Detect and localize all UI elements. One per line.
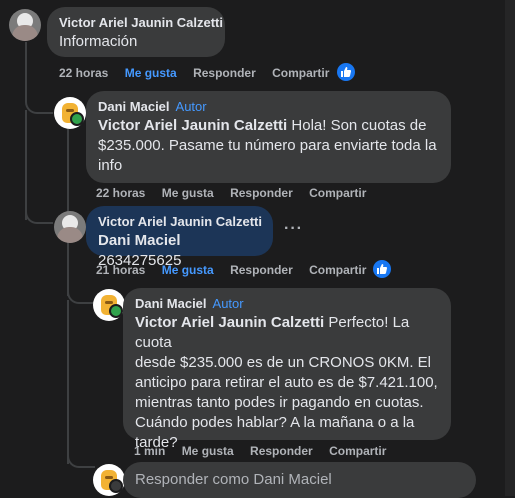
avatar-victor[interactable] bbox=[9, 9, 41, 41]
reply-text: Victor Ariel Jaunin Calzetti Hola! Son c… bbox=[98, 117, 437, 174]
share-button[interactable]: Compartir bbox=[329, 444, 386, 458]
like-button[interactable]: Me gusta bbox=[162, 263, 214, 277]
reply-bubble: Dani Maciel Autor Victor Ariel Jaunin Cal… bbox=[123, 288, 451, 451]
reply-bubble: Dani Maciel Autor Victor Ariel Jaunin Cal… bbox=[86, 91, 451, 183]
reply-button[interactable]: Responder bbox=[230, 263, 293, 277]
reply-actions: 1 min Me gusta Responder Compartir bbox=[134, 444, 399, 458]
thread-line-branch-curve bbox=[25, 210, 53, 224]
reply-author[interactable]: Dani Maciel bbox=[135, 296, 207, 311]
reply-button[interactable]: Responder bbox=[193, 66, 256, 80]
mention-link[interactable]: Dani Maciel bbox=[98, 232, 181, 249]
thumbs-up-icon[interactable] bbox=[373, 260, 391, 278]
thread-line-main bbox=[25, 42, 27, 102]
reply-author[interactable]: Victor Ariel Jaunin Calzetti bbox=[98, 214, 262, 229]
thread-line-main-curve bbox=[25, 100, 53, 114]
online-status-dot bbox=[70, 112, 84, 126]
comment-actions: 22 horas Me gusta Responder Compartir bbox=[59, 66, 342, 80]
avatar-victor[interactable] bbox=[54, 211, 86, 243]
reply-button[interactable]: Responder bbox=[230, 186, 293, 200]
reply-time[interactable]: 21 horas bbox=[96, 263, 145, 277]
thread-line-sub-curve bbox=[67, 288, 95, 304]
comment-author[interactable]: Victor Ariel Jaunin Calzetti bbox=[59, 15, 223, 30]
like-button[interactable]: Me gusta bbox=[125, 66, 177, 80]
share-button[interactable]: Compartir bbox=[272, 66, 329, 80]
reply-author[interactable]: Dani Maciel bbox=[98, 99, 170, 114]
scrollbar[interactable] bbox=[505, 0, 515, 496]
reply-time[interactable]: 1 min bbox=[134, 444, 165, 458]
share-button[interactable]: Compartir bbox=[309, 263, 366, 277]
chevron-down-icon[interactable] bbox=[109, 479, 123, 493]
reply-actions: 21 horas Me gusta Responder Compartir bbox=[96, 263, 379, 277]
online-status-dot bbox=[109, 304, 123, 318]
thread-line-sub2 bbox=[67, 300, 69, 464]
share-button[interactable]: Compartir bbox=[309, 186, 366, 200]
reply-time[interactable]: 22 horas bbox=[96, 186, 145, 200]
reply-input[interactable]: Responder como Dani Maciel bbox=[123, 462, 476, 498]
mention-link[interactable]: Victor Ariel Jaunin Calzetti bbox=[135, 314, 324, 331]
thread-line-branch bbox=[25, 110, 27, 220]
author-badge: Autor bbox=[212, 296, 244, 311]
more-options-icon[interactable]: ··· bbox=[284, 220, 303, 238]
reply-text: Victor Ariel Jaunin Calzetti Perfecto! L… bbox=[135, 314, 438, 451]
reply-actions: 22 horas Me gusta Responder Compartir bbox=[96, 186, 379, 200]
author-badge: Autor bbox=[175, 99, 207, 114]
like-button[interactable]: Me gusta bbox=[162, 186, 214, 200]
thread-line-reply1 bbox=[67, 124, 69, 220]
thumbs-up-icon[interactable] bbox=[337, 63, 355, 81]
thread-line-sub2-curve bbox=[67, 452, 95, 468]
comment-text: Información bbox=[59, 33, 138, 50]
comment-bubble: Victor Ariel Jaunin Calzetti Información bbox=[47, 7, 225, 57]
mention-link[interactable]: Victor Ariel Jaunin Calzetti bbox=[98, 117, 287, 134]
reply-bubble-highlighted: Victor Ariel Jaunin Calzetti Dani Maciel… bbox=[86, 206, 273, 269]
reply-button[interactable]: Responder bbox=[250, 444, 313, 458]
like-button[interactable]: Me gusta bbox=[182, 444, 234, 458]
comment-time[interactable]: 22 horas bbox=[59, 66, 108, 80]
